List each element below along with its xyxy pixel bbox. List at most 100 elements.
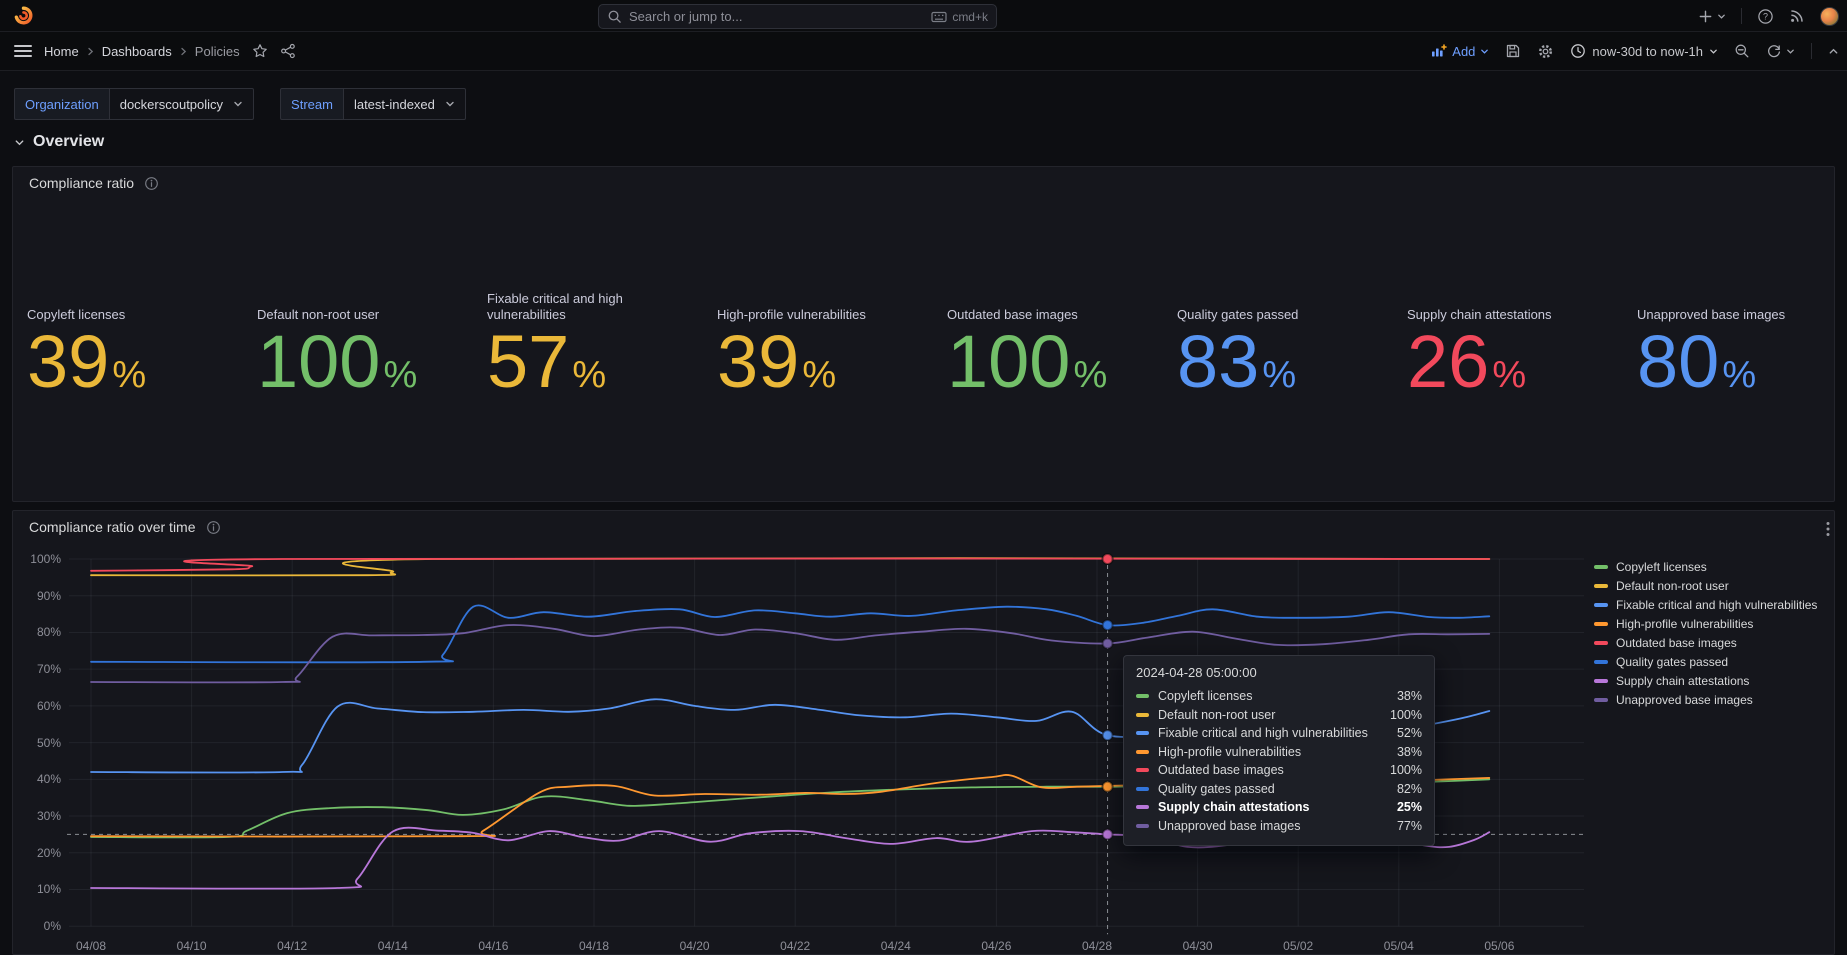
news-rss-icon[interactable]: [1789, 8, 1805, 24]
search-input[interactable]: [629, 9, 931, 24]
global-search[interactable]: cmd+k: [598, 4, 997, 29]
row-overview[interactable]: Overview: [14, 133, 104, 151]
legend-swatch-icon: [1594, 565, 1608, 569]
legend-item-quality-gates-passed[interactable]: Quality gates passed: [1594, 652, 1817, 671]
stat-label: Copyleft licenses: [27, 279, 233, 323]
stat-value: 39%: [27, 329, 233, 396]
stat-label: Outdated base images: [947, 279, 1153, 323]
legend-label: Unapproved base images: [1616, 693, 1753, 707]
search-icon: [607, 9, 622, 24]
y-axis-tick: 100%: [15, 552, 61, 566]
legend-item-supply-chain-attestations[interactable]: Supply chain attestations: [1594, 671, 1817, 690]
tooltip-series-value: 38%: [1397, 689, 1422, 703]
legend-label: Default non-root user: [1616, 579, 1729, 593]
hover-point-quality-gates-passed: [1103, 620, 1113, 630]
legend-item-unapproved-base-images[interactable]: Unapproved base images: [1594, 690, 1817, 709]
help-icon[interactable]: ?: [1757, 8, 1774, 25]
legend-label: High-profile vulnerabilities: [1616, 617, 1753, 631]
keyboard-icon: [931, 11, 947, 23]
organization-select[interactable]: dockerscoutpolicy: [109, 88, 254, 120]
tooltip-swatch-icon: [1136, 731, 1149, 735]
y-axis-tick: 40%: [15, 772, 61, 786]
chart-legend: Copyleft licenses Default non-root user Fi…: [1594, 557, 1817, 709]
stat-quality-gates-passed: Quality gates passed83%: [1177, 279, 1407, 396]
tooltip-row-supply-chain-attestations: Supply chain attestations25%: [1136, 798, 1422, 817]
tooltip-series-label: Copyleft licenses: [1158, 689, 1387, 703]
legend-item-copyleft-licenses[interactable]: Copyleft licenses: [1594, 557, 1817, 576]
tooltip-row-outdated-base-images: Outdated base images100%: [1136, 761, 1422, 780]
divider: [1811, 43, 1812, 59]
menu-toggle-icon[interactable]: [14, 42, 32, 60]
legend-label: Copyleft licenses: [1616, 560, 1707, 574]
series-line-outdated-base-images: [91, 558, 1489, 570]
legend-item-default-non-root-user[interactable]: Default non-root user: [1594, 576, 1817, 595]
tooltip-series-value: 52%: [1397, 726, 1422, 740]
stream-select[interactable]: latest-indexed: [343, 88, 466, 120]
stat-label: Quality gates passed: [1177, 279, 1383, 323]
zoom-out-icon[interactable]: [1734, 43, 1750, 59]
tooltip-series-label: Outdated base images: [1158, 763, 1380, 777]
x-axis-tick: 04/20: [665, 939, 725, 953]
save-dashboard-icon[interactable]: [1505, 43, 1521, 59]
collapse-toolbar-icon[interactable]: [1828, 46, 1839, 57]
stat-value: 26%: [1407, 329, 1613, 396]
variable-stream: Stream latest-indexed: [280, 88, 466, 120]
panel-title[interactable]: Compliance ratio: [29, 175, 134, 191]
x-axis-tick: 04/16: [463, 939, 523, 953]
stat-unapproved-base-images: Unapproved base images80%: [1637, 279, 1834, 396]
tooltip-swatch-icon: [1136, 787, 1149, 791]
add-panel-button[interactable]: Add: [1430, 43, 1489, 59]
info-icon[interactable]: [144, 176, 159, 191]
y-axis-tick: 50%: [15, 736, 61, 750]
share-icon[interactable]: [280, 43, 296, 59]
legend-swatch-icon: [1594, 679, 1608, 683]
info-icon[interactable]: [206, 520, 221, 535]
breadcrumb-home[interactable]: Home: [44, 44, 79, 59]
x-axis-tick: 04/24: [866, 939, 926, 953]
stat-label: Fixable critical and high vulnerabilitie…: [487, 279, 693, 323]
legend-item-high-profile-vulnerabilities[interactable]: High-profile vulnerabilities: [1594, 614, 1817, 633]
breadcrumb-dashboards[interactable]: Dashboards: [102, 44, 172, 59]
hover-point-supply-chain-attestations: [1103, 829, 1113, 839]
breadcrumb-separator-icon: [179, 46, 188, 57]
template-variables: Organization dockerscoutpolicy Stream la…: [14, 88, 466, 120]
tooltip-series-label: Unapproved base images: [1158, 819, 1387, 833]
time-range-picker[interactable]: now-30d to now-1h: [1570, 43, 1718, 59]
chevron-down-icon: [14, 137, 25, 148]
chevron-down-icon: [1786, 47, 1795, 56]
top-navigation: cmd+k ?: [0, 0, 1847, 32]
tooltip-row-copyleft-licenses: Copyleft licenses 38%: [1136, 687, 1422, 706]
y-axis-tick: 60%: [15, 699, 61, 713]
breadcrumb-policies: Policies: [195, 44, 240, 59]
legend-item-fixable-critical-and-high-vulnerabilities[interactable]: Fixable critical and high vulnerabilitie…: [1594, 595, 1817, 614]
panel-title[interactable]: Compliance ratio over time: [29, 519, 196, 535]
tooltip-series-label: Quality gates passed: [1158, 782, 1387, 796]
tooltip-series-label: Fixable critical and high vulnerabilitie…: [1158, 726, 1387, 740]
legend-item-outdated-base-images[interactable]: Outdated base images: [1594, 633, 1817, 652]
new-button[interactable]: [1698, 9, 1726, 24]
user-avatar[interactable]: [1820, 7, 1839, 26]
stats-grid: Copyleft licenses39%Default non-root use…: [27, 279, 1834, 396]
chart-tooltip: 2024-04-28 05:00:00 Copyleft licenses38%…: [1123, 655, 1435, 846]
x-axis-tick: 04/28: [1067, 939, 1127, 953]
legend-label: Supply chain attestations: [1616, 674, 1749, 688]
favorite-star-icon[interactable]: [252, 43, 268, 59]
x-axis-tick: 05/04: [1369, 939, 1429, 953]
stream-label: Stream: [280, 88, 343, 120]
time-range-label: now-30d to now-1h: [1592, 44, 1703, 59]
stat-value: 80%: [1637, 329, 1810, 396]
grafana-logo-icon[interactable]: [13, 5, 34, 26]
legend-swatch-icon: [1594, 698, 1608, 702]
x-axis-tick: 04/26: [966, 939, 1026, 953]
panel-menu-icon[interactable]: [1826, 521, 1830, 537]
x-axis-tick: 05/02: [1268, 939, 1328, 953]
search-shortcut: cmd+k: [931, 10, 988, 24]
refresh-button[interactable]: [1766, 43, 1795, 59]
hover-point-fixable-critical-and-high-vulnerabilities: [1103, 730, 1113, 740]
svg-text:?: ?: [1763, 11, 1768, 21]
y-axis-tick: 30%: [15, 809, 61, 823]
breadcrumb: Home Dashboards Policies: [44, 44, 240, 59]
breadcrumb-separator-icon: [86, 46, 95, 57]
dashboard-settings-icon[interactable]: [1537, 43, 1554, 60]
tooltip-series-label: Supply chain attestations: [1158, 800, 1387, 814]
